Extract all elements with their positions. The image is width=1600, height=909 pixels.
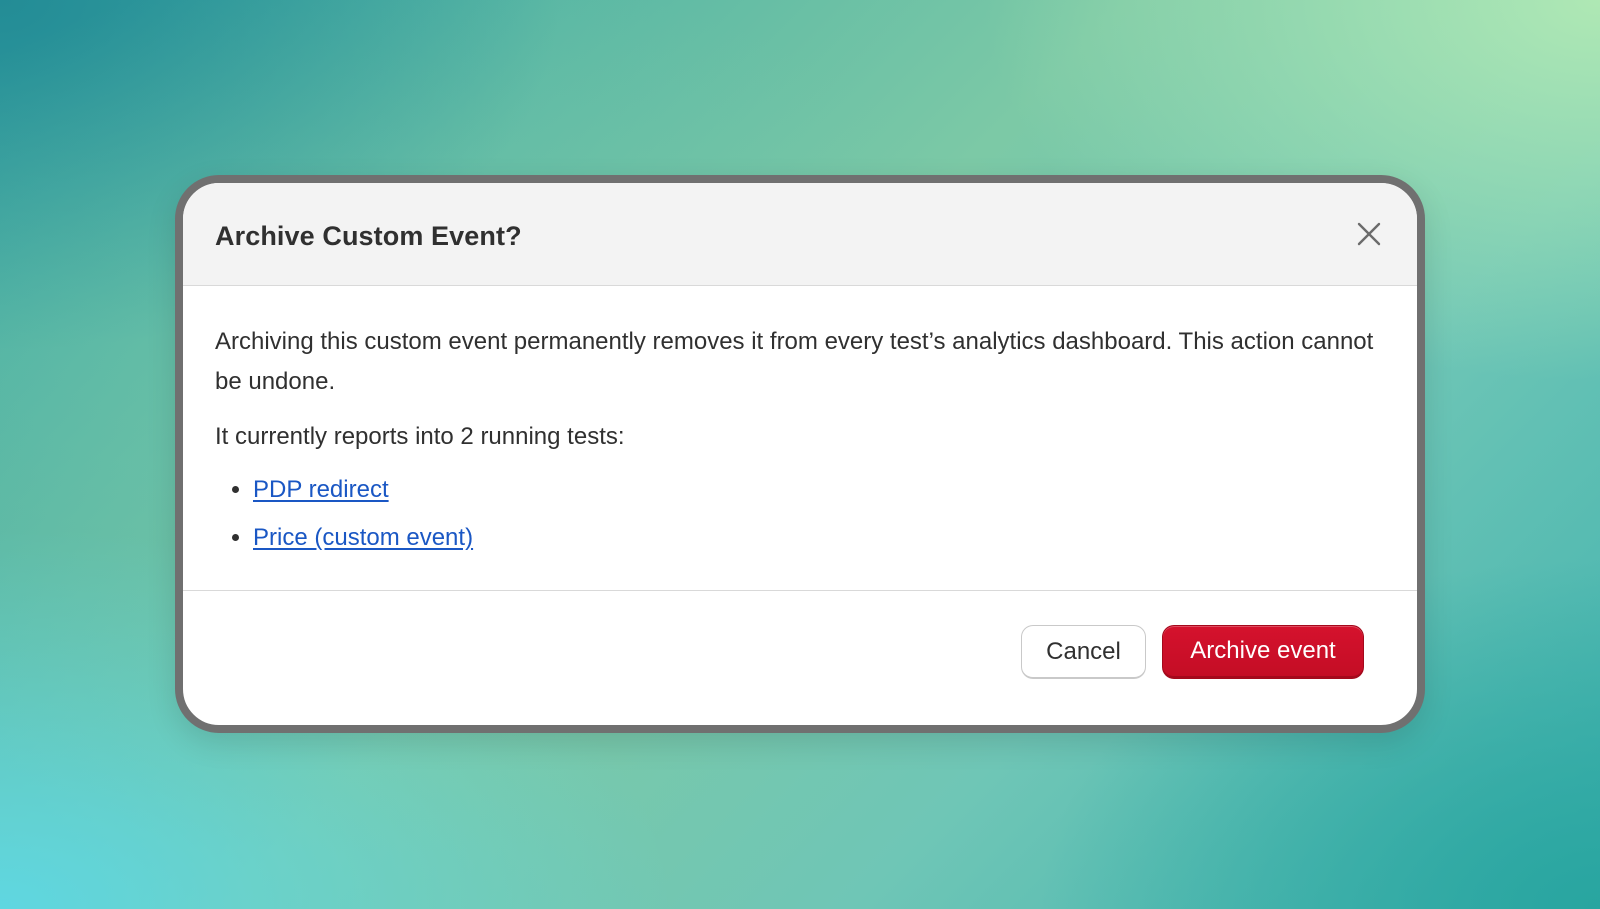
reports-summary: It currently reports into 2 running test… — [215, 423, 625, 450]
list-item: PDP redirect — [253, 471, 1385, 509]
list-item: Price (custom event) — [253, 519, 1385, 557]
archive-event-button[interactable]: Archive event — [1162, 625, 1364, 679]
running-tests-list: PDP redirect Price (custom event) — [215, 471, 1385, 557]
dialog-title: Archive Custom Event? — [215, 221, 522, 251]
close-button[interactable] — [1351, 216, 1387, 252]
dialog-footer: Cancel Archive event — [183, 591, 1417, 721]
cancel-button[interactable]: Cancel — [1021, 625, 1146, 679]
archive-event-dialog: Archive Custom Event? Archiving this cus… — [175, 175, 1425, 733]
close-icon — [1357, 222, 1381, 246]
dialog-description: Archiving this custom event permanently … — [215, 328, 1374, 395]
test-link-price-custom-event[interactable]: Price (custom event) — [253, 524, 473, 551]
test-link-pdp-redirect[interactable]: PDP redirect — [253, 476, 389, 503]
dialog-body: Archiving this custom event permanently … — [183, 286, 1417, 591]
dialog-header: Archive Custom Event? — [183, 183, 1417, 286]
